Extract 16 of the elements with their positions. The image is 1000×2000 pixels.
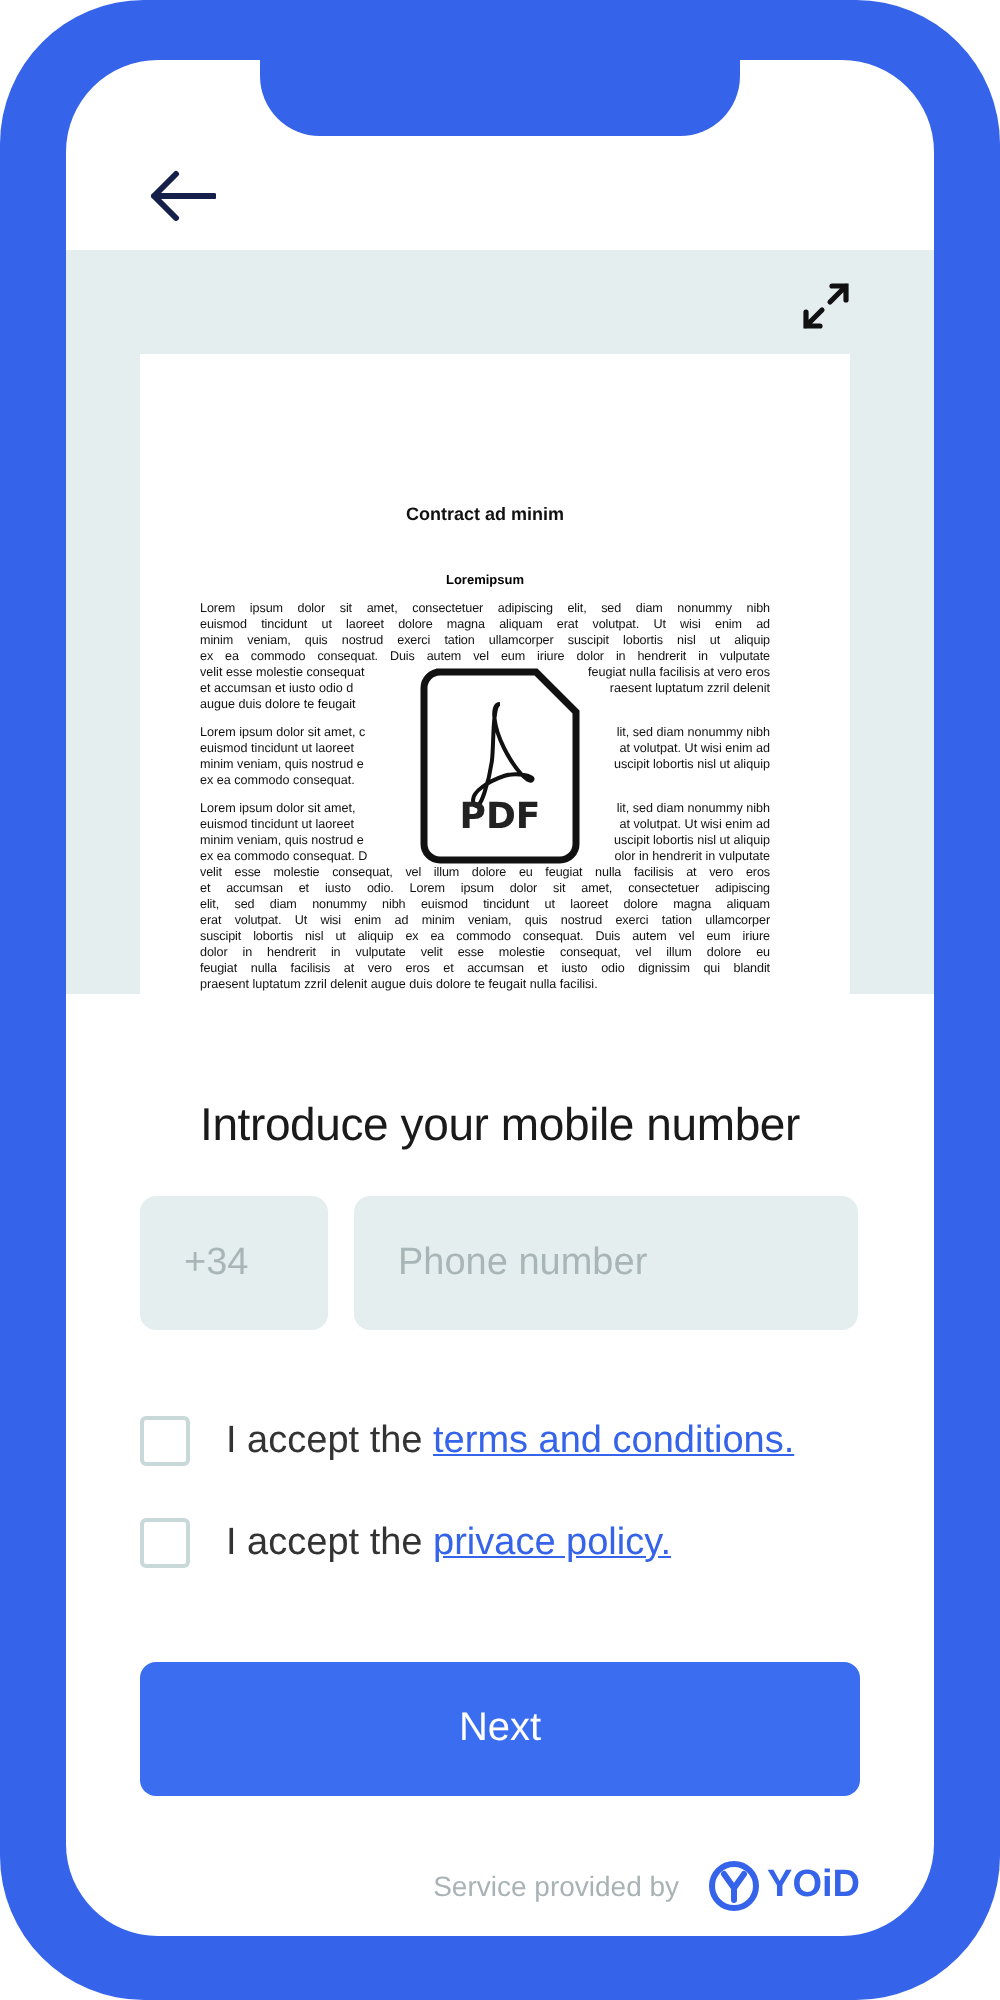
checkbox[interactable] [140, 1416, 190, 1466]
consent-link[interactable]: terms and conditions. [433, 1419, 795, 1461]
phone-number-field[interactable]: Phone number [354, 1196, 858, 1330]
expand-icon[interactable] [802, 282, 850, 330]
brand-logo: YOiD [707, 1860, 860, 1912]
pdf-file-icon: PDF [420, 668, 580, 864]
document-title: Contract ad minim [403, 504, 566, 524]
consent-link[interactable]: privace policy. [433, 1521, 671, 1563]
form-heading: Introduce your mobile number [198, 1096, 802, 1152]
checkbox[interactable] [140, 1518, 190, 1568]
country-code-field[interactable]: +34 [140, 1196, 328, 1330]
consent-label: I accept the terms and conditions. [226, 1419, 795, 1463]
footer-text: Service provided by [433, 1870, 680, 1902]
next-button[interactable]: Next [140, 1662, 860, 1796]
consent-label: I accept the privace policy. [226, 1521, 671, 1565]
back-arrow-icon[interactable] [148, 170, 216, 222]
